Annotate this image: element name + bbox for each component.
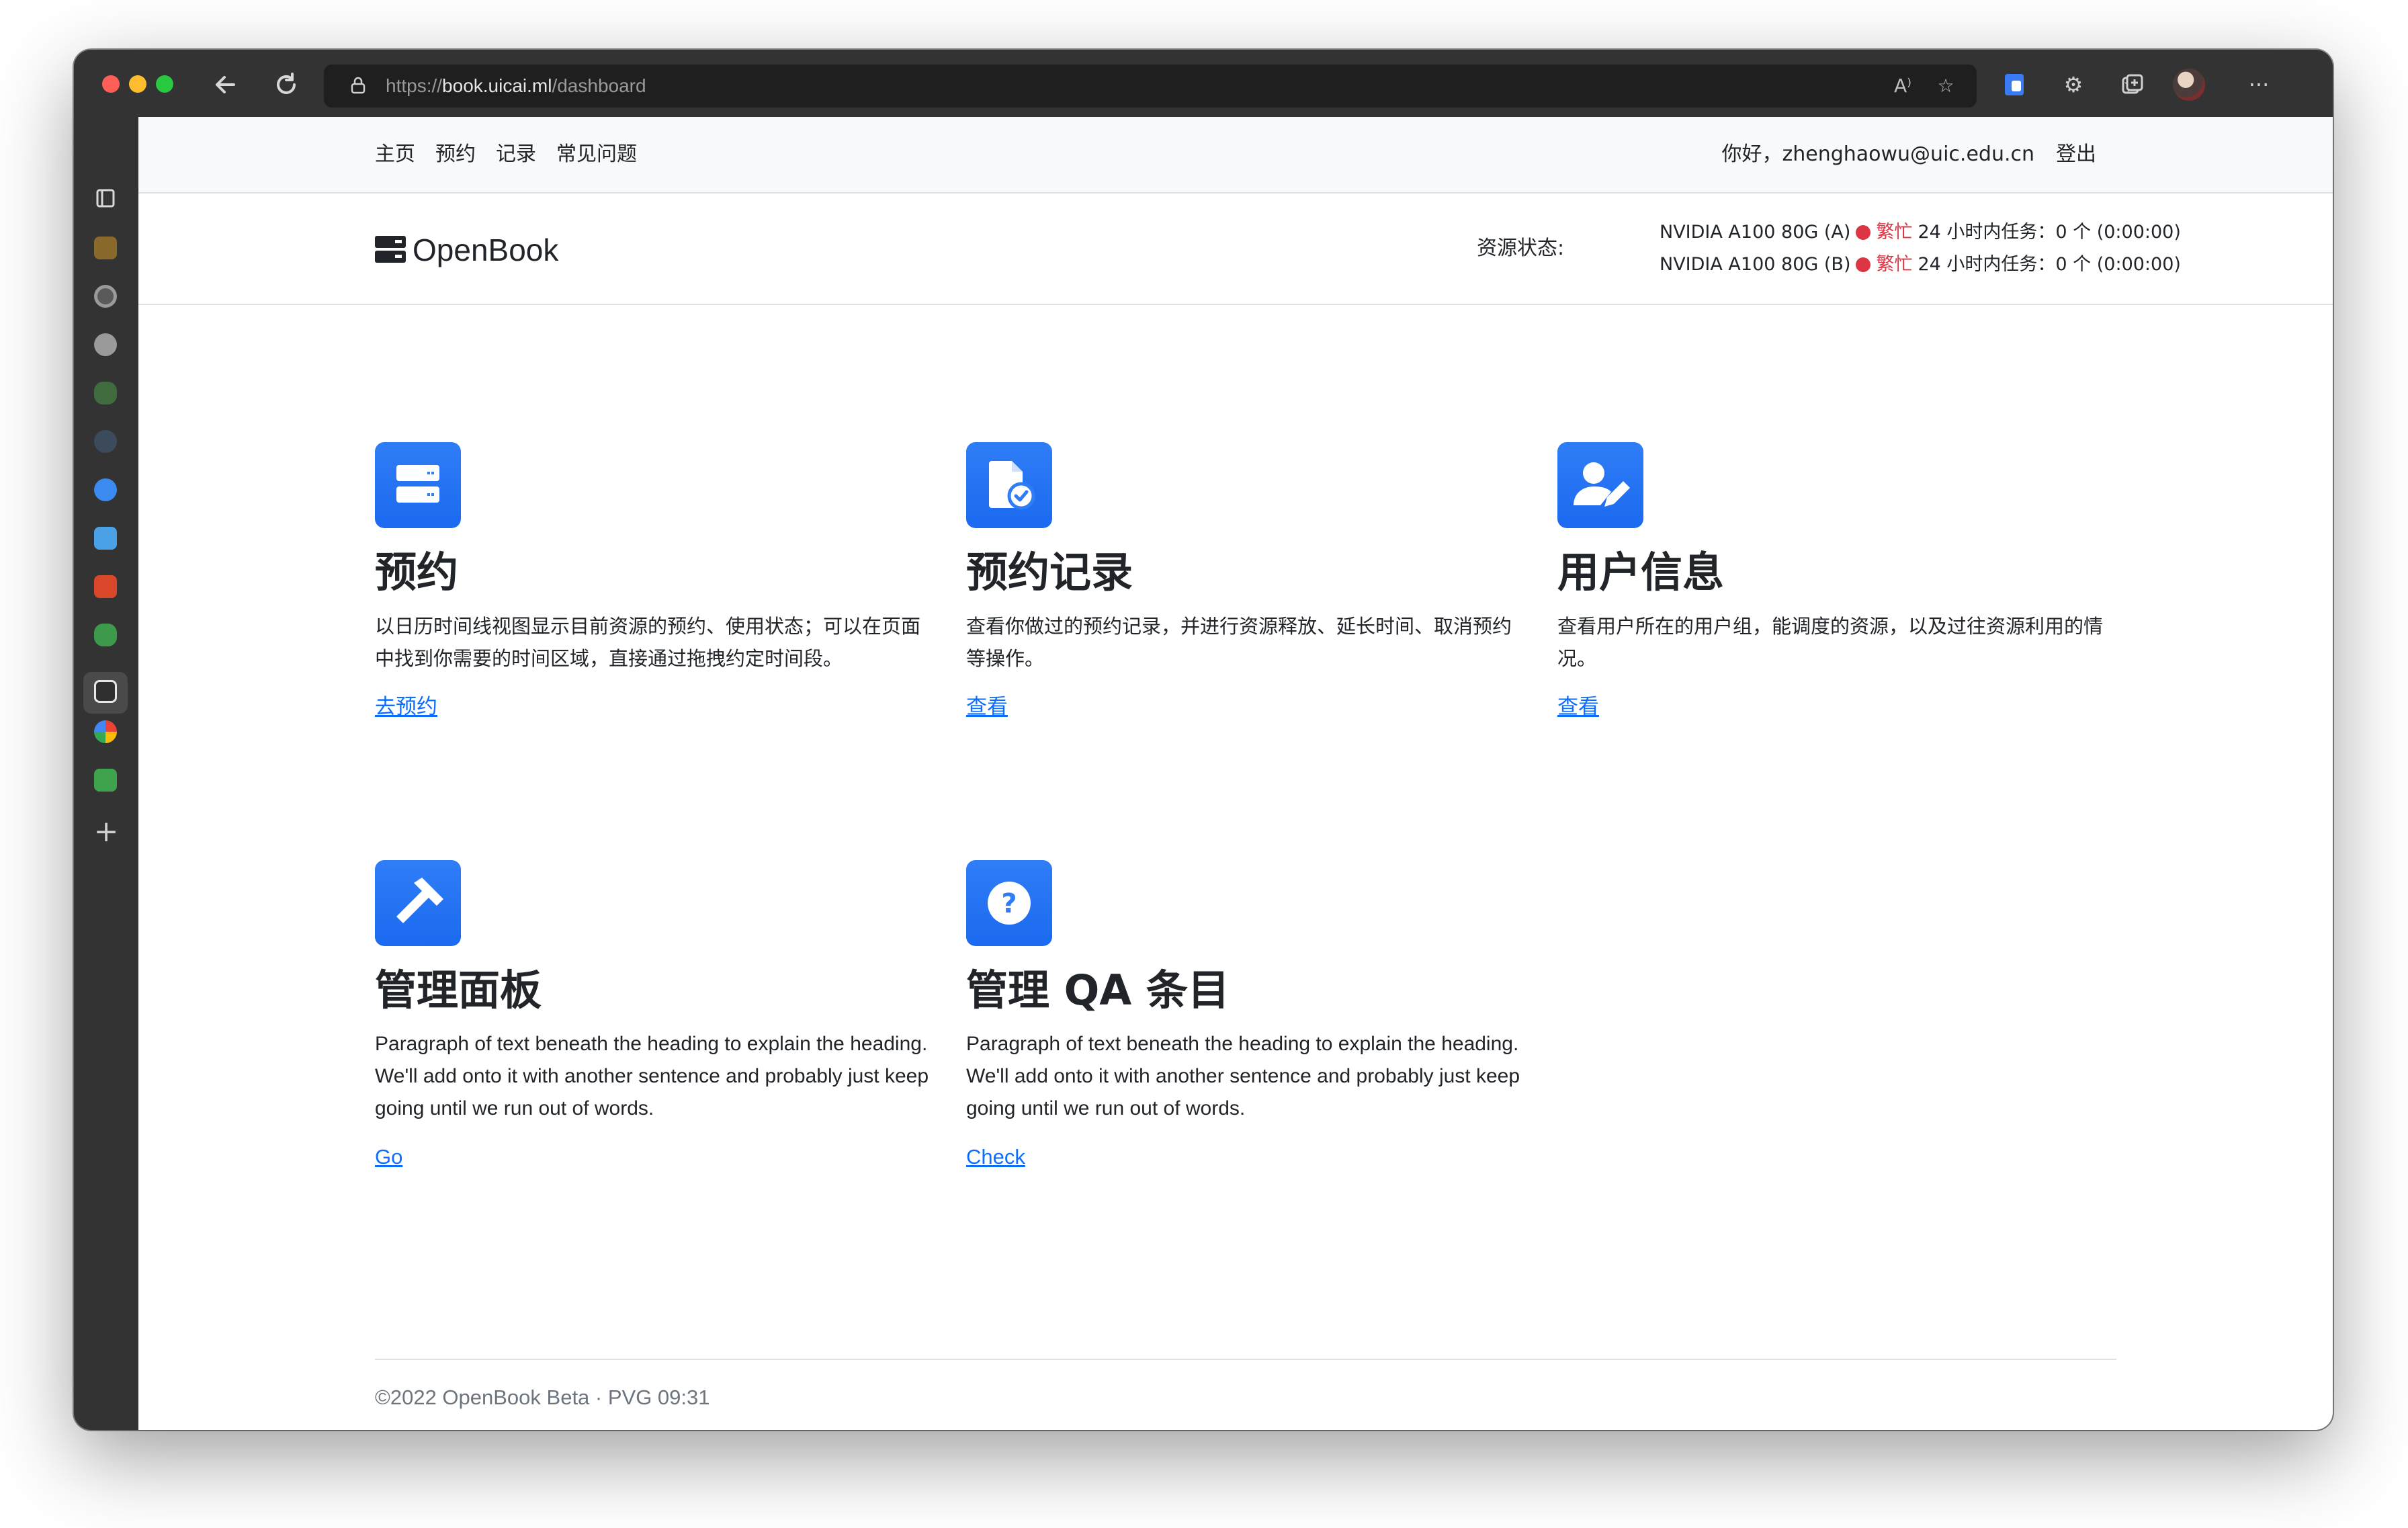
- browser-toolbar: https://book.uicai.ml/dashboard A⁾ ☆ ⚙ ☆: [74, 50, 2333, 117]
- feature-description: 查看你做过的预约记录，并进行资源释放、延长时间、取消预约等操作。: [966, 615, 1512, 670]
- feature-title: 预约记录: [966, 548, 1133, 597]
- feature-user-info: 用户信息 查看用户所在的用户组，能调度的资源，以及过往资源利用的情况。 查看: [1557, 442, 2122, 720]
- go-admin-link[interactable]: Go: [375, 1144, 402, 1171]
- favorite-star-icon[interactable]: ☆: [1931, 71, 1961, 101]
- feature-admin-panel: 管理面板 Paragraph of text beneath the headi…: [375, 860, 939, 1171]
- resource-name: NVIDIA A100 80G (A): [1660, 222, 1851, 243]
- collections-icon[interactable]: [2116, 69, 2149, 101]
- close-window-button[interactable]: [102, 75, 120, 93]
- footer-divider: [375, 1359, 2116, 1360]
- check-qa-link[interactable]: Check: [966, 1144, 1025, 1171]
- status-dot-icon: [1856, 225, 1871, 240]
- resource-state: 繁忙: [1876, 222, 1913, 243]
- tab-briefcase-icon[interactable]: [94, 237, 117, 259]
- tab-actions-icon[interactable]: [94, 187, 117, 210]
- resource-state: 繁忙: [1876, 254, 1913, 275]
- tab-bluebird-icon[interactable]: [94, 478, 117, 501]
- address-bar[interactable]: https://book.uicai.ml/dashboard A⁾ ☆: [324, 65, 1977, 108]
- svg-text:?: ?: [1001, 888, 1017, 919]
- user-area: 你好，zhenghaowu@uic.edu.cn 登出: [1721, 142, 2096, 167]
- feature-description: Paragraph of text beneath the heading to…: [375, 1033, 929, 1119]
- nav-link-home[interactable]: 主页: [375, 142, 415, 167]
- resource-tasks: 24 小时内任务：0 个 (0:00:00): [1918, 254, 2181, 275]
- user-greeting: 你好，zhenghaowu@uic.edu.cn: [1721, 142, 2034, 166]
- tab-github-icon[interactable]: [94, 333, 117, 356]
- top-navbar: 主页 预约 记录 常见问题 你好，zhenghaowu@uic.edu.cn 登…: [138, 117, 2333, 194]
- extension-shield-icon[interactable]: [1998, 69, 2030, 101]
- feature-title: 用户信息: [1557, 548, 1725, 597]
- page-viewport: 主页 预约 记录 常见问题 你好，zhenghaowu@uic.edu.cn 登…: [138, 117, 2333, 1430]
- tab-extension-icon[interactable]: [94, 382, 117, 405]
- nav-link-faq[interactable]: 常见问题: [556, 142, 637, 167]
- tab-truck-icon[interactable]: [94, 575, 117, 598]
- user-edit-icon: [1557, 442, 1643, 528]
- brand[interactable]: OpenBook: [375, 231, 558, 269]
- back-icon[interactable]: [207, 66, 245, 103]
- feature-booking: 预约 以日历时间线视图显示目前资源的预约、使用状态；可以在页面中找到你需要的时间…: [375, 442, 939, 720]
- brand-name: OpenBook: [413, 232, 559, 267]
- view-records-link[interactable]: 查看: [966, 693, 1008, 720]
- tab-chrome-icon[interactable]: [94, 285, 117, 308]
- resource-tasks: 24 小时内任务：0 个 (0:00:00): [1918, 222, 2181, 243]
- server-logo-icon: [375, 236, 406, 264]
- view-user-info-link[interactable]: 查看: [1557, 693, 1599, 720]
- browser-window: https://book.uicai.ml/dashboard A⁾ ☆ ⚙ ☆: [74, 50, 2333, 1430]
- lock-icon: [351, 77, 366, 94]
- server-icon: [375, 442, 461, 528]
- reload-icon[interactable]: [267, 66, 305, 103]
- vertical-tabs-sidebar: +: [74, 117, 138, 1430]
- nav-link-booking[interactable]: 预约: [435, 142, 476, 167]
- feature-booking-records: 预约记录 查看你做过的预约记录，并进行资源释放、延长时间、取消预约等操作。 查看: [966, 442, 1531, 720]
- new-tab-plus-icon[interactable]: +: [91, 817, 121, 847]
- tab-sheets-icon[interactable]: [94, 769, 117, 792]
- tab-openbook-icon[interactable]: [94, 680, 117, 703]
- more-menu-icon[interactable]: ···: [2243, 69, 2275, 101]
- resource-status-list: NVIDIA A100 80G (A) 繁忙 24 小时内任务：0 个 (0:0…: [1660, 216, 2181, 281]
- status-dot-icon: [1856, 257, 1871, 272]
- feature-description: 以日历时间线视图显示目前资源的预约、使用状态；可以在页面中找到你需要的时间区域，…: [375, 615, 921, 670]
- resource-name: NVIDIA A100 80G (B): [1660, 254, 1851, 275]
- feature-qa-management: ? 管理 QA 条目 Paragraph of text beneath the…: [966, 860, 1531, 1171]
- feature-title: 管理 QA 条目: [966, 966, 1230, 1015]
- hammer-icon: [375, 860, 461, 946]
- url-text: https://book.uicai.ml/dashboard: [386, 75, 646, 96]
- profile-avatar[interactable]: [2173, 69, 2205, 101]
- nav-link-records[interactable]: 记录: [496, 142, 536, 167]
- resource-status-label: 资源状态:: [1477, 237, 1565, 260]
- feature-title: 管理面板: [375, 966, 542, 1015]
- go-booking-link[interactable]: 去预约: [375, 693, 437, 720]
- question-icon: ?: [966, 860, 1052, 946]
- feature-description: 查看用户所在的用户组，能调度的资源，以及过往资源利用的情况。: [1557, 615, 2104, 670]
- tab-leaf-icon[interactable]: [94, 624, 117, 646]
- tab-globe-icon[interactable]: [94, 430, 117, 453]
- read-aloud-icon[interactable]: A⁾: [1888, 71, 1918, 101]
- extensions-puzzle-icon[interactable]: ⚙: [2057, 69, 2090, 101]
- footer-text: ©2022 OpenBook Beta · PVG 09:31: [375, 1386, 710, 1409]
- maximize-window-button[interactable]: [156, 75, 173, 93]
- nav-links: 主页 预约 记录 常见问题: [375, 142, 637, 167]
- resource-status-row: NVIDIA A100 80G (A) 繁忙 24 小时内任务：0 个 (0:0…: [1660, 216, 2181, 249]
- tab-image-icon[interactable]: [94, 527, 117, 550]
- site-header: OpenBook 资源状态: NVIDIA A100 80G (A) 繁忙 24…: [138, 195, 2333, 305]
- minimize-window-button[interactable]: [129, 75, 146, 93]
- feature-title: 预约: [375, 548, 459, 597]
- resource-status-row: NVIDIA A100 80G (B) 繁忙 24 小时内任务：0 个 (0:0…: [1660, 249, 2181, 281]
- tab-google-icon[interactable]: [94, 720, 117, 743]
- document-check-icon: [966, 442, 1052, 528]
- feature-description: Paragraph of text beneath the heading to…: [966, 1033, 1520, 1119]
- logout-link[interactable]: 登出: [2056, 142, 2096, 167]
